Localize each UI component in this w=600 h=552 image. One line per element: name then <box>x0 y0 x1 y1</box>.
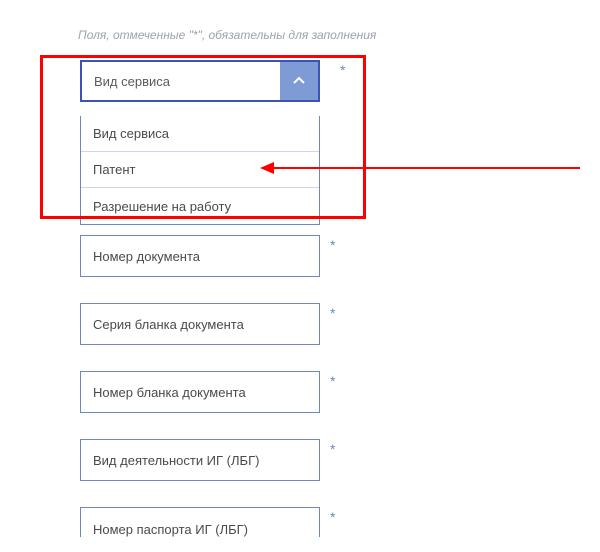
passport-number-input[interactable]: Номер паспорта ИГ (ЛБГ) <box>80 507 320 537</box>
required-hint: Поля, отмеченные "*", обязательны для за… <box>78 28 600 42</box>
dropdown-selected: Вид сервиса <box>82 74 280 89</box>
field-row: Номер документа * <box>70 235 600 277</box>
dropdown-option[interactable]: Вид сервиса <box>81 116 319 152</box>
field-placeholder: Номер документа <box>93 249 200 264</box>
field-placeholder: Вид деятельности ИГ (ЛБГ) <box>93 453 259 468</box>
dropdown-option[interactable]: Разрешение на работу <box>81 188 319 224</box>
field-placeholder: Номер бланка документа <box>93 385 246 400</box>
required-asterisk: * <box>330 305 335 321</box>
field-row: Серия бланка документа * <box>70 303 600 345</box>
field-row: Вид деятельности ИГ (ЛБГ) * <box>70 439 600 481</box>
dropdown-list: Вид сервиса Патент Разрешение на работу <box>80 116 320 225</box>
required-asterisk: * <box>330 509 335 525</box>
blank-number-input[interactable]: Номер бланка документа <box>80 371 320 413</box>
required-asterisk: * <box>330 441 335 457</box>
blank-series-input[interactable]: Серия бланка документа <box>80 303 320 345</box>
service-type-dropdown: Вид сервиса * Вид сервиса Патент Разреше… <box>80 60 600 225</box>
chevron-up-icon[interactable] <box>280 62 318 100</box>
field-row: Номер паспорта ИГ (ЛБГ) * <box>70 507 600 537</box>
activity-type-input[interactable]: Вид деятельности ИГ (ЛБГ) <box>80 439 320 481</box>
doc-number-input[interactable]: Номер документа <box>80 235 320 277</box>
field-row: Номер бланка документа * <box>70 371 600 413</box>
field-placeholder: Серия бланка документа <box>93 317 244 332</box>
dropdown-option[interactable]: Патент <box>81 152 319 188</box>
required-asterisk: * <box>330 237 335 253</box>
dropdown-control[interactable]: Вид сервиса <box>80 60 320 102</box>
required-asterisk: * <box>340 62 345 78</box>
form-container: Поля, отмеченные "*", обязательны для за… <box>0 0 600 537</box>
field-placeholder: Номер паспорта ИГ (ЛБГ) <box>93 522 248 537</box>
required-asterisk: * <box>330 373 335 389</box>
